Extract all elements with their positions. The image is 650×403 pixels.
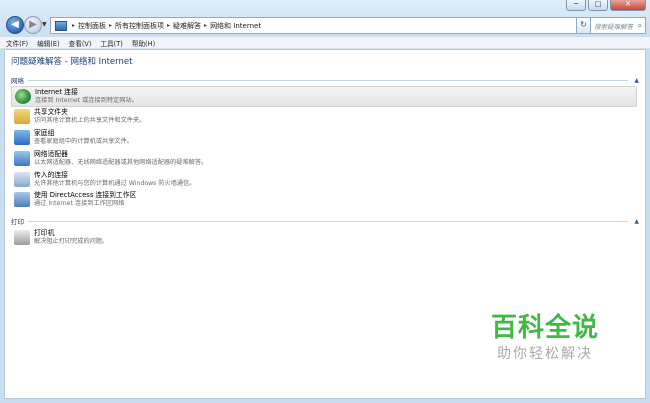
group-title: 打印 (11, 218, 24, 226)
network-adapter-icon (14, 151, 30, 166)
shared-folder-icon (14, 109, 30, 124)
breadcrumb-separator-icon[interactable]: ▸ (72, 22, 75, 29)
breadcrumb-troubleshooting[interactable]: 疑难解答 (173, 21, 201, 31)
menu-view[interactable]: 查看(V) (69, 38, 92, 48)
incoming-connection-icon (14, 172, 30, 187)
breadcrumb-separator-icon[interactable]: ▸ (109, 22, 112, 29)
item-homegroup[interactable]: 家庭组 查看家庭组中的计算机或共享文件。 (11, 128, 635, 147)
item-name: 打印机 (34, 229, 55, 237)
forward-button[interactable]: ▶ (24, 16, 42, 34)
watermark-subtitle: 助你轻松解决 (497, 346, 593, 362)
watermark: 百科全说 助你轻松解决 (470, 312, 620, 372)
page-title: 问题疑难解答 - 网络和 Internet (11, 57, 133, 67)
refresh-button[interactable]: ↻ (576, 17, 591, 34)
globe-network-icon (15, 89, 31, 104)
menu-file[interactable]: 文件(F) (6, 38, 28, 48)
item-directaccess[interactable]: 使用 DirectAccess 连接到工作区 通过 Internet 连接到工作… (11, 190, 635, 209)
maximize-button[interactable]: □ (588, 0, 608, 11)
printer-icon (14, 230, 30, 245)
recent-pages-dropdown[interactable]: ▼ (42, 21, 47, 28)
search-icon[interactable]: ⌕ (638, 21, 642, 31)
control-panel-window: ─ □ ✕ ◀ ▶ ▼ ▸ 控制面板 ▸ 所有控制面板项 ▸ 疑难解答 ▸ 网络… (0, 0, 650, 403)
item-description: 访问其他计算机上的共享文件和文件夹。 (34, 117, 146, 124)
window-controls: ─ □ ✕ (566, 0, 646, 12)
collapse-icon[interactable]: ▲ (634, 218, 639, 225)
close-button[interactable]: ✕ (610, 0, 646, 11)
item-internet-connection[interactable]: Internet 连接 连接到 Internet 或连接到特定网站。 (11, 86, 637, 107)
menu-tools[interactable]: 工具(T) (100, 38, 122, 48)
item-description: 以太网适配器、无线网络适配器或其他网络适配器的疑难解答。 (34, 159, 208, 166)
group-title: 网络 (11, 77, 24, 85)
item-name: 使用 DirectAccess 连接到工作区 (34, 191, 137, 199)
item-incoming-connections[interactable]: 传入的连接 允许其他计算机与您的计算机通过 Windows 防火墙通信。 (11, 170, 635, 189)
menu-help[interactable]: 帮助(H) (132, 38, 155, 48)
breadcrumb-all-items[interactable]: 所有控制面板项 (115, 21, 164, 31)
item-name: 网络适配器 (34, 150, 68, 158)
minimize-button[interactable]: ─ (566, 0, 586, 11)
item-description: 解决阻止打印完成的问题。 (34, 238, 109, 245)
menu-bar: 文件(F) 编辑(E) 查看(V) 工具(T) 帮助(H) (0, 37, 650, 49)
item-printer[interactable]: 打印机 解决阻止打印完成的问题。 (11, 228, 635, 247)
item-network-adapter[interactable]: 网络适配器 以太网适配器、无线网络适配器或其他网络适配器的疑难解答。 (11, 149, 635, 168)
group-header-network[interactable]: 网络 ▲ (11, 75, 639, 86)
group-divider (28, 220, 629, 222)
directaccess-icon (14, 192, 30, 207)
item-name: 家庭组 (34, 129, 55, 137)
menu-edit[interactable]: 编辑(E) (37, 38, 60, 48)
breadcrumb-control-panel[interactable]: 控制面板 (78, 21, 106, 31)
breadcrumb-network-internet[interactable]: 网络和 Internet (210, 21, 261, 31)
item-shared-folders[interactable]: 共享文件夹 访问其他计算机上的共享文件和文件夹。 (11, 107, 635, 126)
collapse-icon[interactable]: ▲ (634, 77, 639, 84)
back-button[interactable]: ◀ (6, 16, 24, 34)
address-bar[interactable]: ▸ 控制面板 ▸ 所有控制面板项 ▸ 疑难解答 ▸ 网络和 Internet ▼ (50, 17, 592, 34)
watermark-title: 百科全说 (490, 313, 599, 343)
item-description: 查看家庭组中的计算机或共享文件。 (34, 138, 133, 145)
item-name: Internet 连接 (35, 88, 78, 96)
breadcrumb-separator-icon[interactable]: ▸ (204, 22, 207, 29)
item-name: 传入的连接 (34, 171, 68, 179)
search-box[interactable]: 搜索疑难解答 ⌕ (590, 17, 646, 34)
item-name: 共享文件夹 (34, 108, 68, 116)
search-input[interactable]: 搜索疑难解答 (591, 21, 633, 31)
breadcrumb-separator-icon[interactable]: ▸ (167, 22, 170, 29)
group-divider (28, 79, 629, 81)
homegroup-icon (14, 130, 30, 145)
item-description: 允许其他计算机与您的计算机通过 Windows 防火墙通信。 (34, 180, 196, 187)
group-header-printing[interactable]: 打印 ▲ (11, 216, 639, 227)
item-description: 连接到 Internet 或连接到特定网站。 (35, 97, 138, 104)
control-panel-icon (55, 20, 67, 31)
navigation-bar: ◀ ▶ ▼ ▸ 控制面板 ▸ 所有控制面板项 ▸ 疑难解答 ▸ 网络和 Inte… (4, 14, 646, 36)
item-description: 通过 Internet 连接到工作区网络 (34, 200, 125, 207)
